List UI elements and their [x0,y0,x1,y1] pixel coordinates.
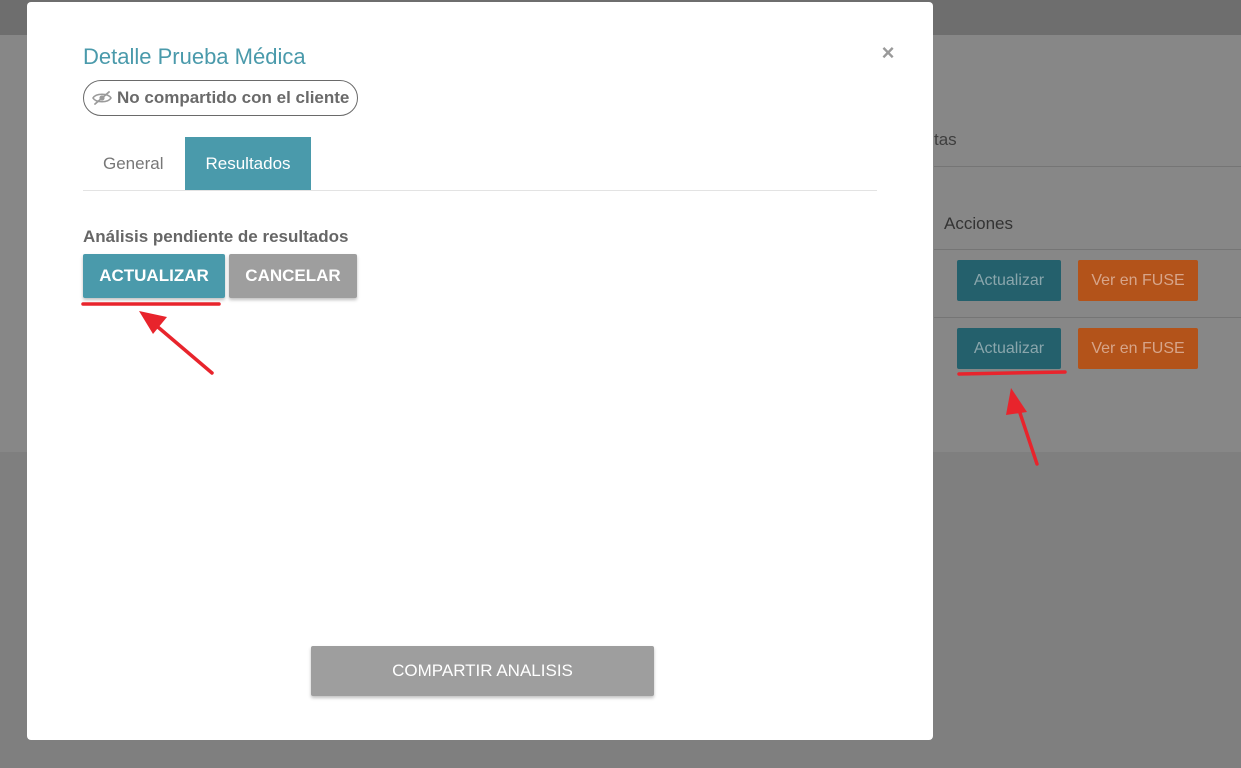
eye-slash-icon [92,90,112,106]
update-button[interactable]: ACTUALIZAR [83,254,225,298]
table-row-divider [934,317,1241,318]
cancel-button[interactable]: CANCELAR [229,254,357,298]
row-2-view-fuse-button[interactable]: Ver en FUSE [1078,328,1198,369]
tab-resultados[interactable]: Resultados [185,137,311,190]
results-status-text: Análisis pendiente de resultados [83,227,349,246]
tab-general[interactable]: General [83,137,183,190]
background-divider [934,166,1241,167]
tab-bar: General Resultados [83,137,877,191]
share-status-badge: No compartido con el cliente [83,80,359,116]
table-header-divider [934,249,1241,250]
row-1-view-fuse-button[interactable]: Ver en FUSE [1078,260,1198,301]
modal-title: Detalle Prueba Médica [83,44,306,69]
close-icon[interactable]: × [877,42,899,64]
table-header-actions: Acciones [944,214,1013,233]
share-status-label: No compartido con el cliente [117,88,350,107]
row-2-update-button[interactable]: Actualizar [957,328,1061,369]
medical-test-detail-modal: Detalle Prueba Médica × No compartido co… [27,2,933,740]
share-analysis-button[interactable]: COMPARTIR ANALISIS [311,646,654,696]
row-1-update-button[interactable]: Actualizar [957,260,1061,301]
background-tab-label[interactable]: tas [934,130,957,150]
